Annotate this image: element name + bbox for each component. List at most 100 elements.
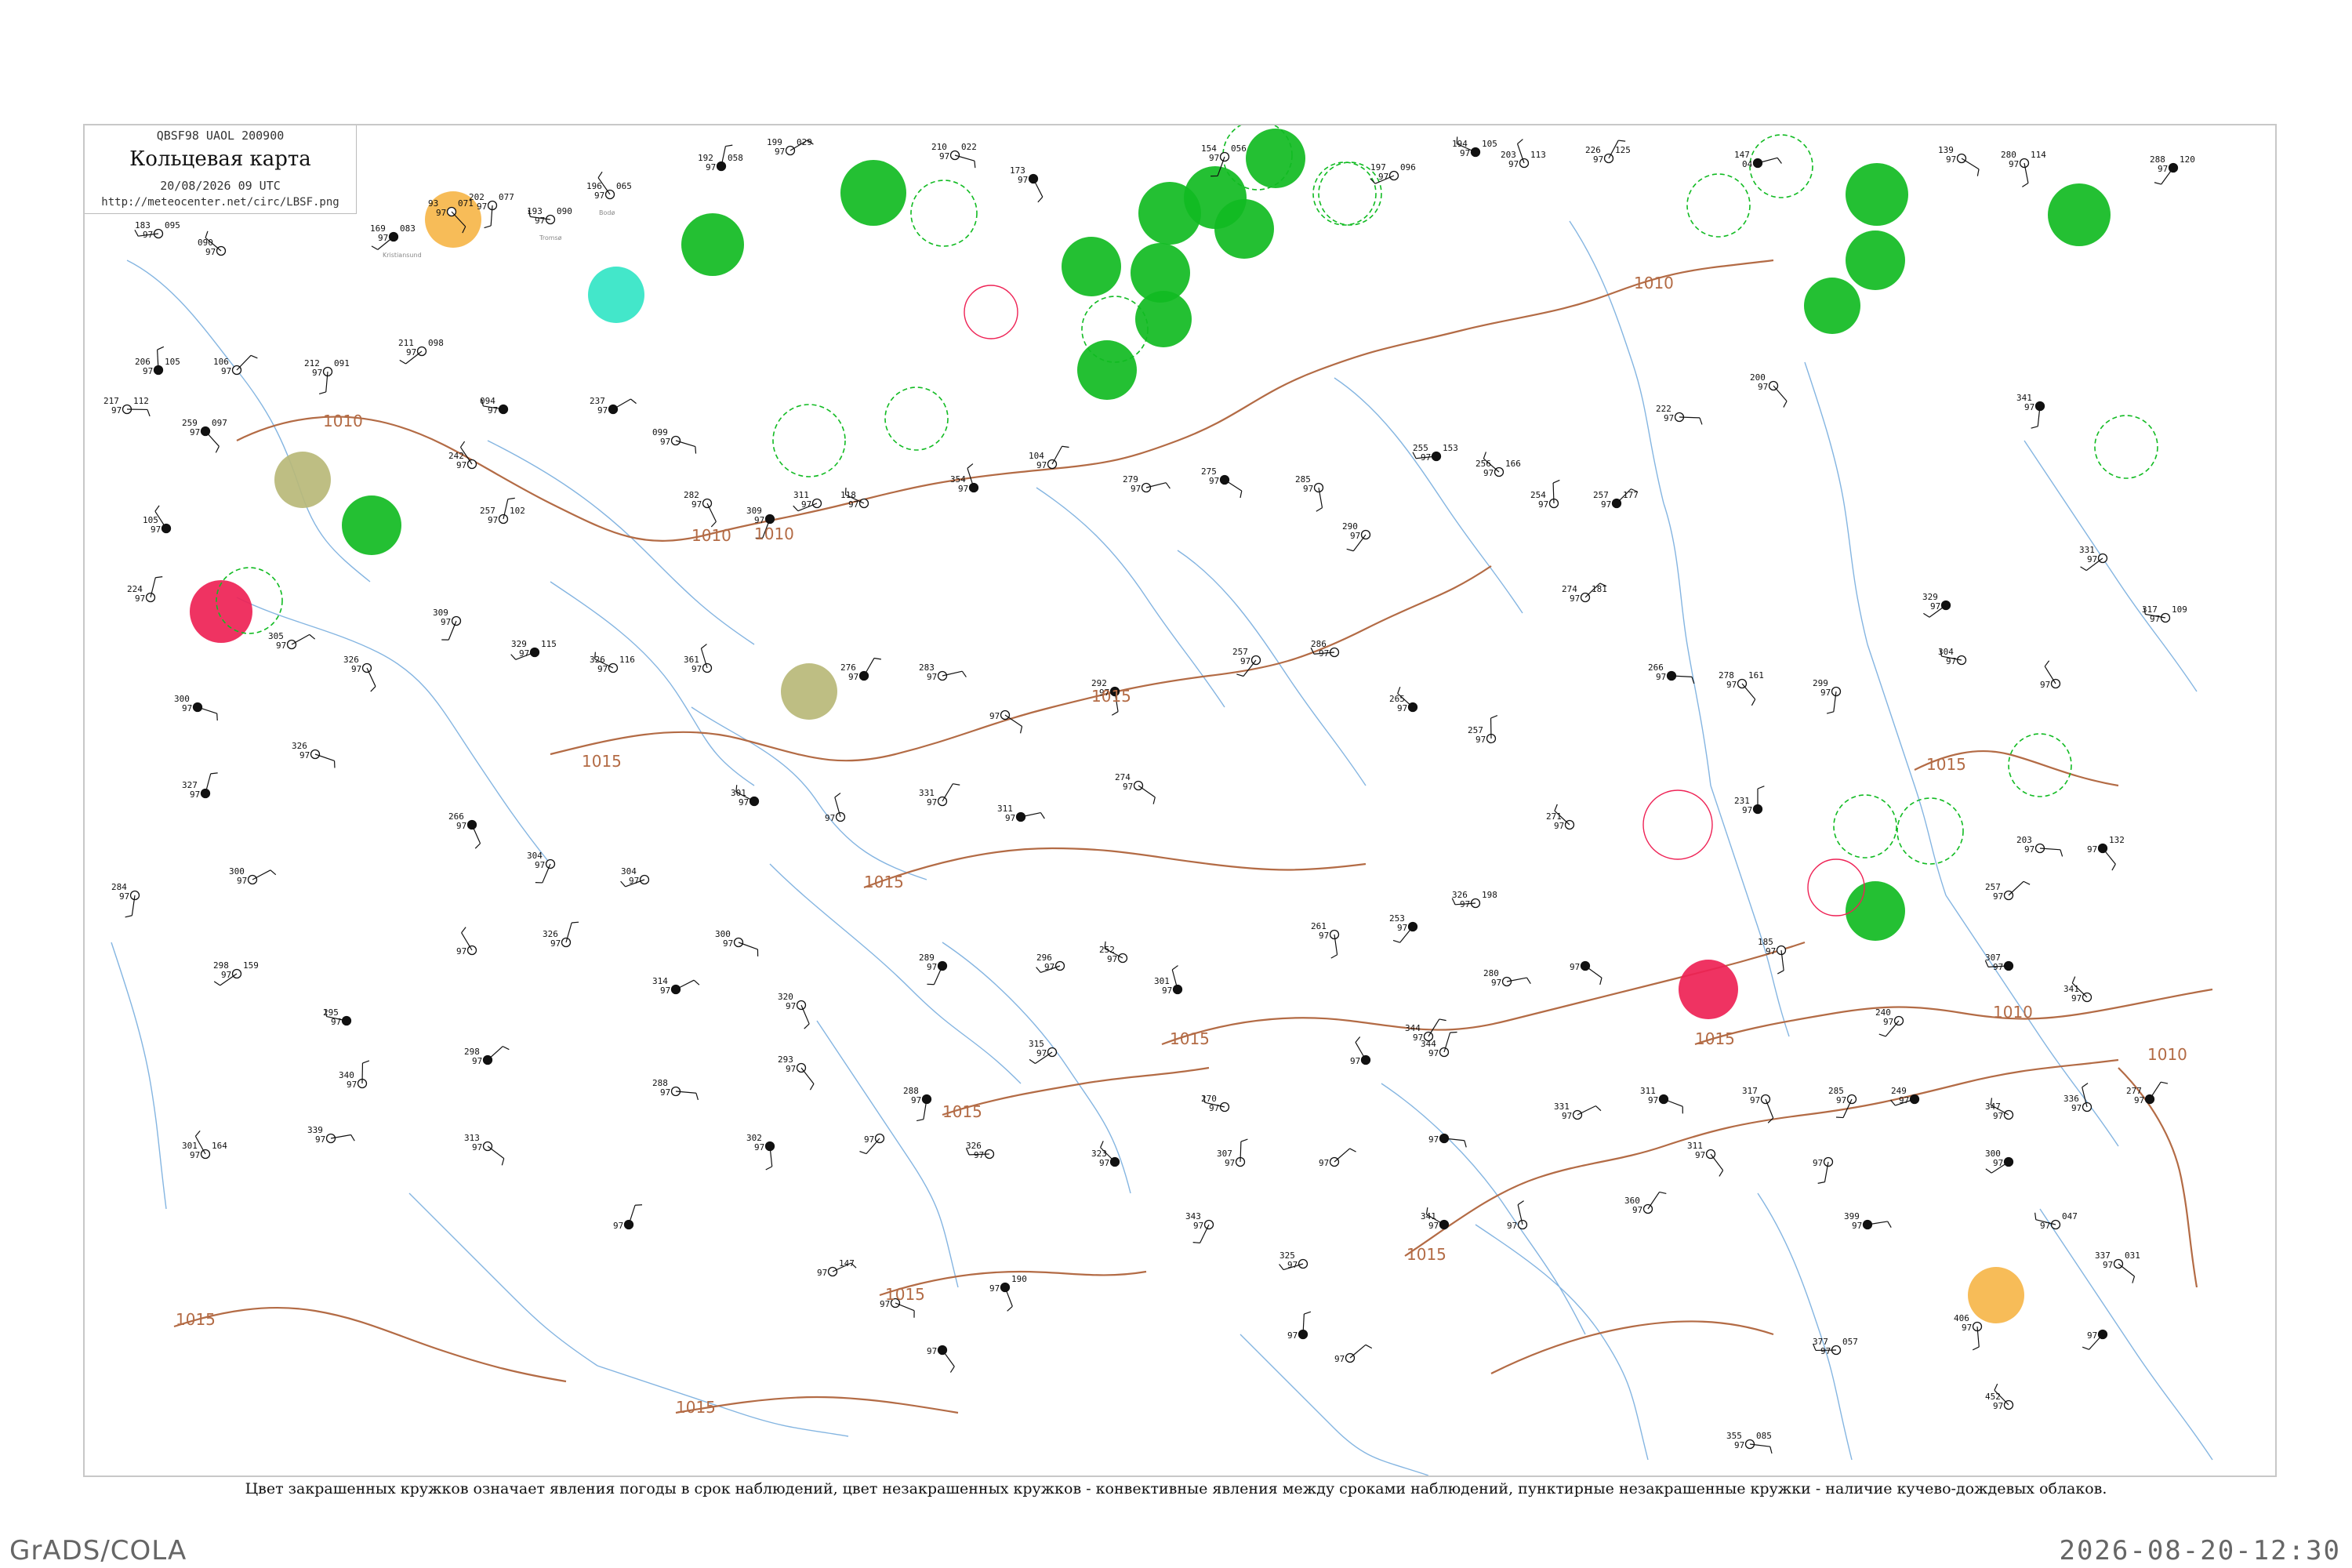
station-plot: 30797	[1217, 1138, 1248, 1168]
station-plot: 09497	[480, 396, 509, 416]
station-visibility: 97	[331, 1017, 341, 1027]
wind-feather	[501, 1158, 505, 1166]
wind-feather	[2082, 1346, 2089, 1350]
station-plot: 30497	[620, 866, 650, 887]
station-plot: 34197	[1421, 1207, 1450, 1231]
station-visibility: 97	[1946, 154, 1956, 165]
station-plot: 25497	[1530, 479, 1560, 510]
wind-feather	[1751, 699, 1756, 706]
cumulonimbus-circle	[1833, 794, 1897, 858]
station-plot: 132 97	[2087, 835, 2125, 871]
station-plot: 97	[1350, 1036, 1371, 1066]
station-visibility: 97	[312, 368, 322, 378]
weather-circle-rain	[840, 160, 906, 226]
cumulonimbus-circle	[2008, 733, 2072, 797]
station-plot: 28297	[684, 490, 717, 528]
wind-feather	[1316, 507, 1323, 512]
station-plot: 32797	[182, 772, 218, 800]
cumulonimbus-circle	[1312, 162, 1377, 226]
station-plot: 27597	[1201, 466, 1243, 499]
wind-barb	[471, 824, 481, 844]
station-plot: 34397	[1185, 1211, 1214, 1243]
wind-feather	[1817, 1181, 1825, 1184]
station-pressure: 166	[1505, 459, 1521, 469]
wind-feather	[1618, 140, 1626, 142]
station-visibility: 97	[2158, 164, 2168, 174]
station-visibility: 97	[135, 593, 145, 604]
station-pressure: 109	[2172, 604, 2187, 615]
weather-circle-rain	[1062, 237, 1121, 296]
station-visibility: 97	[143, 230, 153, 240]
station-plot: 13997	[1938, 145, 1980, 176]
station-plot: 29597	[323, 1007, 352, 1027]
station-visibility: 97	[1209, 153, 1219, 163]
station-visibility: 97	[1044, 962, 1054, 972]
station-plot: 197 09697	[1370, 162, 1416, 184]
station-visibility: 97	[927, 962, 937, 972]
station-plot: 30197	[1154, 965, 1183, 996]
station-visibility: 97	[221, 366, 231, 376]
station-plot: 40697	[1954, 1313, 1983, 1351]
station-visibility: 97	[691, 499, 702, 510]
wind-feather	[1100, 1141, 1104, 1148]
station-pressure: 120	[2180, 154, 2195, 165]
station-plot: 97	[927, 1345, 955, 1373]
station-visibility: 97	[1350, 1056, 1360, 1066]
wind-feather	[2161, 1081, 2169, 1084]
wind-feather	[1392, 939, 1400, 943]
wind-feather	[1490, 715, 1498, 719]
station-plot: 33997	[307, 1125, 355, 1145]
map-title-box: QBSF98 UAOL 200900 Кольцевая карта 20/08…	[85, 125, 357, 214]
station-visibility: 97	[1962, 1323, 1972, 1333]
station-plot: 97	[456, 927, 477, 956]
station-plot: 32097	[778, 992, 810, 1029]
isobar-label: 1010	[323, 412, 363, 430]
wind-feather	[1769, 1446, 1773, 1454]
station-plot: 257 17797	[1593, 488, 1639, 510]
station-visibility: 97	[1475, 735, 1486, 745]
wind-feather	[205, 230, 209, 238]
station-plot: 192 05897	[698, 144, 743, 172]
station-plot: 32597	[1279, 1250, 1308, 1271]
convective-circle	[1807, 858, 1865, 916]
station-plot: 31397	[464, 1133, 505, 1166]
station-visibility: 97	[629, 876, 639, 886]
station-visibility: 97	[2150, 614, 2160, 624]
station-visibility: 97	[1742, 805, 1752, 815]
wind-feather	[1517, 1200, 1524, 1206]
station-visibility: 97	[456, 821, 466, 831]
station-visibility: 97	[1099, 1158, 1109, 1168]
station-visibility: 97	[406, 347, 416, 358]
wind-barb	[1961, 158, 1980, 170]
weather-circle-shower	[588, 267, 644, 323]
station-visibility: 97	[1820, 688, 1831, 698]
wind-feather	[1826, 711, 1834, 714]
wind-feather	[1397, 686, 1401, 694]
wind-feather	[1887, 1221, 1892, 1229]
station-visibility: 97	[1726, 680, 1737, 690]
station-pressure: 029	[797, 137, 812, 147]
isobar-label: 1010	[1993, 1003, 2033, 1022]
station-visibility: 97	[775, 147, 785, 157]
station-plot: 09997	[652, 427, 697, 454]
station-visibility: 97	[594, 191, 604, 201]
station-visibility: 97	[786, 1001, 796, 1011]
station-visibility: 97	[1018, 175, 1028, 185]
wind-feather	[1835, 1116, 1844, 1119]
wind-feather	[1439, 1018, 1446, 1022]
wind-feather	[309, 633, 316, 640]
wind-feather	[1777, 157, 1782, 164]
station-pressure: 083	[400, 223, 416, 234]
wind-feather	[461, 927, 466, 934]
wind-feather	[350, 1134, 355, 1142]
legend-caption: Цвет закрашенных кружков означает явлени…	[245, 1480, 2107, 1497]
station-plot: 33197	[1554, 1102, 1602, 1121]
station-visibility: 97	[1993, 1158, 2003, 1168]
weather-circle-rain	[1214, 199, 1274, 259]
map-url[interactable]: http://meteocenter.net/circ/LBSF.png	[85, 196, 356, 209]
wind-feather	[1355, 1036, 1361, 1043]
isobars-layer	[173, 259, 2213, 1414]
station-plot: 26697	[1648, 662, 1695, 684]
weather-circle-rain	[1077, 340, 1137, 400]
wind-feather	[371, 245, 379, 250]
